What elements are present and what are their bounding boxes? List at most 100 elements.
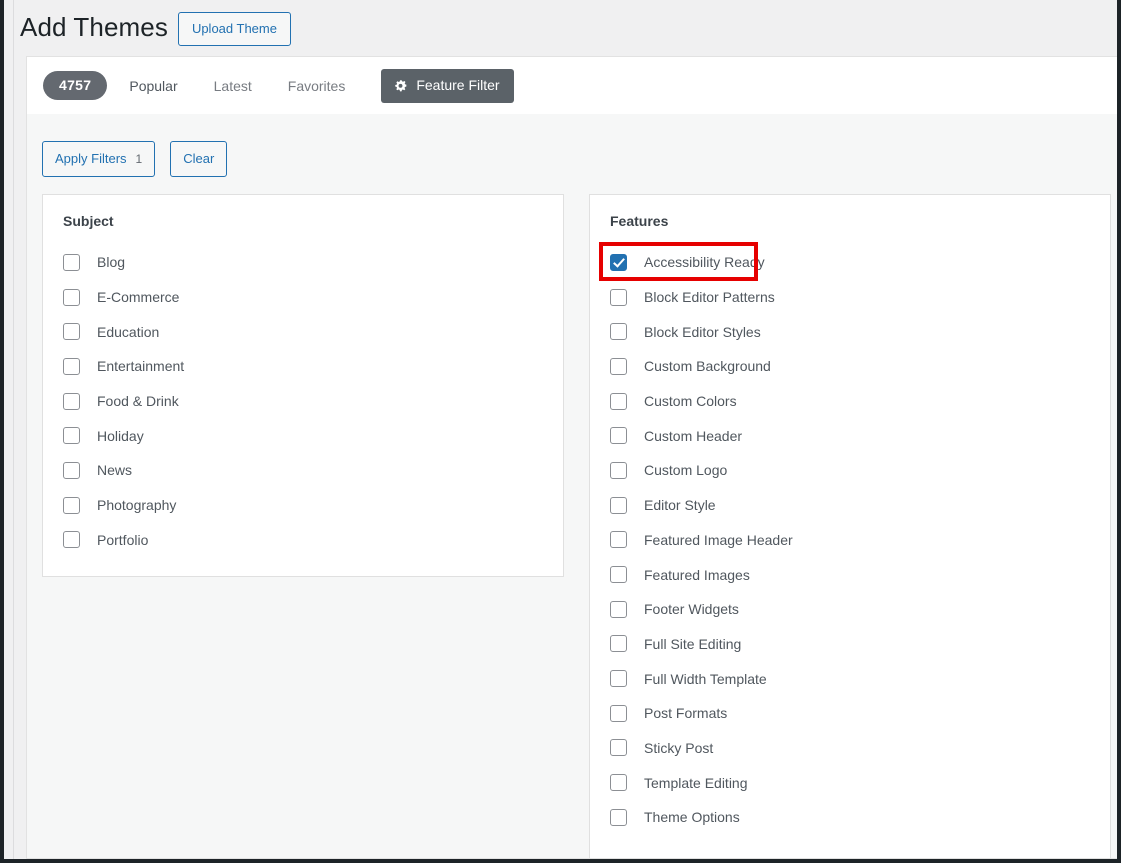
checkbox-custom-colors[interactable] [610, 392, 627, 410]
checkbox-news[interactable] [63, 461, 80, 479]
filter-actions: Apply Filters 1 Clear [42, 141, 228, 177]
checkbox-post-formats[interactable] [610, 704, 627, 722]
checkbox-custom-header[interactable] [610, 427, 627, 445]
checkbox-row-full-width-template[interactable]: Full Width Template [610, 661, 1090, 696]
checkbox-accessibility-ready[interactable] [610, 253, 627, 271]
clear-filters-button[interactable]: Clear [170, 141, 228, 177]
checkbox-row-full-site-editing[interactable]: Full Site Editing [610, 627, 1090, 662]
checkbox-theme-options[interactable] [610, 808, 627, 826]
subject-checkbox-list: Blog E-Commerce Education Entertainment Food… [63, 245, 543, 557]
checkbox-row-featured-image-header[interactable]: Featured Image Header [610, 523, 1090, 558]
feature-filter-drawer: Apply Filters 1 Clear Subject Blog E-Comm… [26, 114, 1117, 859]
admin-sidebar-rail-lower [4, 690, 14, 859]
checkbox-food-and-drink[interactable] [63, 392, 80, 410]
checkbox-custom-logo[interactable] [610, 461, 627, 479]
checkbox-label-portfolio[interactable]: Portfolio [97, 533, 148, 547]
checkbox-row-custom-header[interactable]: Custom Header [610, 418, 1090, 453]
checkbox-label-food-and-drink[interactable]: Food & Drink [97, 394, 179, 408]
filter-group-features: Features Accessibility Ready Block Editor… [589, 194, 1111, 859]
checkbox-row-block-editor-styles[interactable]: Block Editor Styles [610, 314, 1090, 349]
checkbox-row-editor-style[interactable]: Editor Style [610, 488, 1090, 523]
upload-theme-button[interactable]: Upload Theme [177, 12, 291, 46]
filter-group-subject: Subject Blog E-Commerce Education Entertain… [42, 194, 564, 577]
checkbox-row-featured-images[interactable]: Featured Images [610, 557, 1090, 592]
feature-filter-label: Feature Filter [416, 77, 500, 93]
checkbox-blog[interactable] [63, 253, 80, 271]
checkbox-row-custom-logo[interactable]: Custom Logo [610, 453, 1090, 488]
gear-icon [393, 78, 408, 93]
checkbox-label-footer-widgets[interactable]: Footer Widgets [644, 602, 739, 616]
checkbox-label-block-editor-styles[interactable]: Block Editor Styles [644, 325, 761, 339]
checkbox-e-commerce[interactable] [63, 288, 80, 306]
checkbox-label-holiday[interactable]: Holiday [97, 429, 144, 443]
checkbox-row-post-formats[interactable]: Post Formats [610, 696, 1090, 731]
checkbox-block-editor-styles[interactable] [610, 323, 627, 341]
apply-filters-count: 1 [135, 152, 143, 166]
checkbox-label-photography[interactable]: Photography [97, 498, 176, 512]
checkbox-row-food-and-drink[interactable]: Food & Drink [63, 384, 543, 419]
tab-popular[interactable]: Popular [115, 71, 191, 101]
tab-favorites[interactable]: Favorites [274, 71, 360, 101]
checkbox-row-holiday[interactable]: Holiday [63, 418, 543, 453]
checkbox-label-editor-style[interactable]: Editor Style [644, 498, 716, 512]
checkbox-label-block-editor-patterns[interactable]: Block Editor Patterns [644, 290, 775, 304]
checkbox-label-featured-images[interactable]: Featured Images [644, 568, 750, 582]
checkbox-custom-background[interactable] [610, 357, 627, 375]
checkbox-row-news[interactable]: News [63, 453, 543, 488]
checkbox-full-width-template[interactable] [610, 670, 627, 688]
filter-groups: Subject Blog E-Commerce Education Entertain… [42, 194, 1111, 859]
checkbox-education[interactable] [63, 323, 80, 341]
checkbox-label-sticky-post[interactable]: Sticky Post [644, 741, 713, 755]
checkbox-label-custom-colors[interactable]: Custom Colors [644, 394, 737, 408]
checkbox-editor-style[interactable] [610, 496, 627, 514]
checkbox-row-blog[interactable]: Blog [63, 245, 543, 280]
feature-filter-button[interactable]: Feature Filter [381, 68, 514, 103]
checkbox-label-news[interactable]: News [97, 463, 132, 477]
checkbox-row-e-commerce[interactable]: E-Commerce [63, 280, 543, 315]
page-title: Add Themes [20, 12, 168, 43]
checkbox-template-editing[interactable] [610, 774, 627, 792]
page-header: Add Themes Upload Theme [15, 0, 1117, 56]
checkbox-label-template-editing[interactable]: Template Editing [644, 776, 748, 790]
checkbox-entertainment[interactable] [63, 357, 80, 375]
checkbox-label-custom-logo[interactable]: Custom Logo [644, 463, 727, 477]
checkbox-label-theme-options[interactable]: Theme Options [644, 810, 740, 824]
checkbox-label-custom-background[interactable]: Custom Background [644, 359, 771, 373]
checkbox-label-education[interactable]: Education [97, 325, 159, 339]
checkbox-row-block-editor-patterns[interactable]: Block Editor Patterns [610, 280, 1090, 315]
checkbox-label-custom-header[interactable]: Custom Header [644, 429, 742, 443]
checkbox-row-template-editing[interactable]: Template Editing [610, 765, 1090, 800]
checkbox-label-blog[interactable]: Blog [97, 255, 125, 269]
checkbox-row-education[interactable]: Education [63, 314, 543, 349]
checkbox-label-e-commerce[interactable]: E-Commerce [97, 290, 179, 304]
checkbox-block-editor-patterns[interactable] [610, 288, 627, 306]
checkbox-row-entertainment[interactable]: Entertainment [63, 349, 543, 384]
checkbox-label-full-width-template[interactable]: Full Width Template [644, 672, 767, 686]
apply-filters-label: Apply Filters [55, 151, 127, 166]
checkbox-sticky-post[interactable] [610, 739, 627, 757]
checkbox-photography[interactable] [63, 496, 80, 514]
checkbox-label-accessibility-ready[interactable]: Accessibility Ready [644, 255, 765, 269]
checkbox-portfolio[interactable] [63, 531, 80, 549]
checkbox-featured-images[interactable] [610, 566, 627, 584]
checkbox-featured-image-header[interactable] [610, 531, 627, 549]
apply-filters-button[interactable]: Apply Filters 1 [42, 141, 156, 177]
checkbox-row-accessibility-ready[interactable]: Accessibility Ready [599, 242, 1090, 281]
tab-latest[interactable]: Latest [200, 71, 266, 101]
checkbox-label-full-site-editing[interactable]: Full Site Editing [644, 637, 741, 651]
checkbox-row-custom-colors[interactable]: Custom Colors [610, 384, 1090, 419]
checkbox-label-entertainment[interactable]: Entertainment [97, 359, 184, 373]
checkbox-row-photography[interactable]: Photography [63, 488, 543, 523]
checkbox-label-post-formats[interactable]: Post Formats [644, 706, 727, 720]
checkbox-row-theme-options[interactable]: Theme Options [610, 800, 1090, 835]
checkbox-holiday[interactable] [63, 427, 80, 445]
checkbox-row-custom-background[interactable]: Custom Background [610, 349, 1090, 384]
checkbox-full-site-editing[interactable] [610, 635, 627, 653]
checkbox-label-featured-image-header[interactable]: Featured Image Header [644, 533, 793, 547]
checkbox-row-footer-widgets[interactable]: Footer Widgets [610, 592, 1090, 627]
checkbox-row-portfolio[interactable]: Portfolio [63, 523, 543, 558]
filter-group-features-title: Features [610, 213, 669, 229]
features-checkbox-list: Accessibility Ready Block Editor Patterns… [599, 242, 1090, 835]
checkbox-footer-widgets[interactable] [610, 600, 627, 618]
checkbox-row-sticky-post[interactable]: Sticky Post [610, 731, 1090, 766]
